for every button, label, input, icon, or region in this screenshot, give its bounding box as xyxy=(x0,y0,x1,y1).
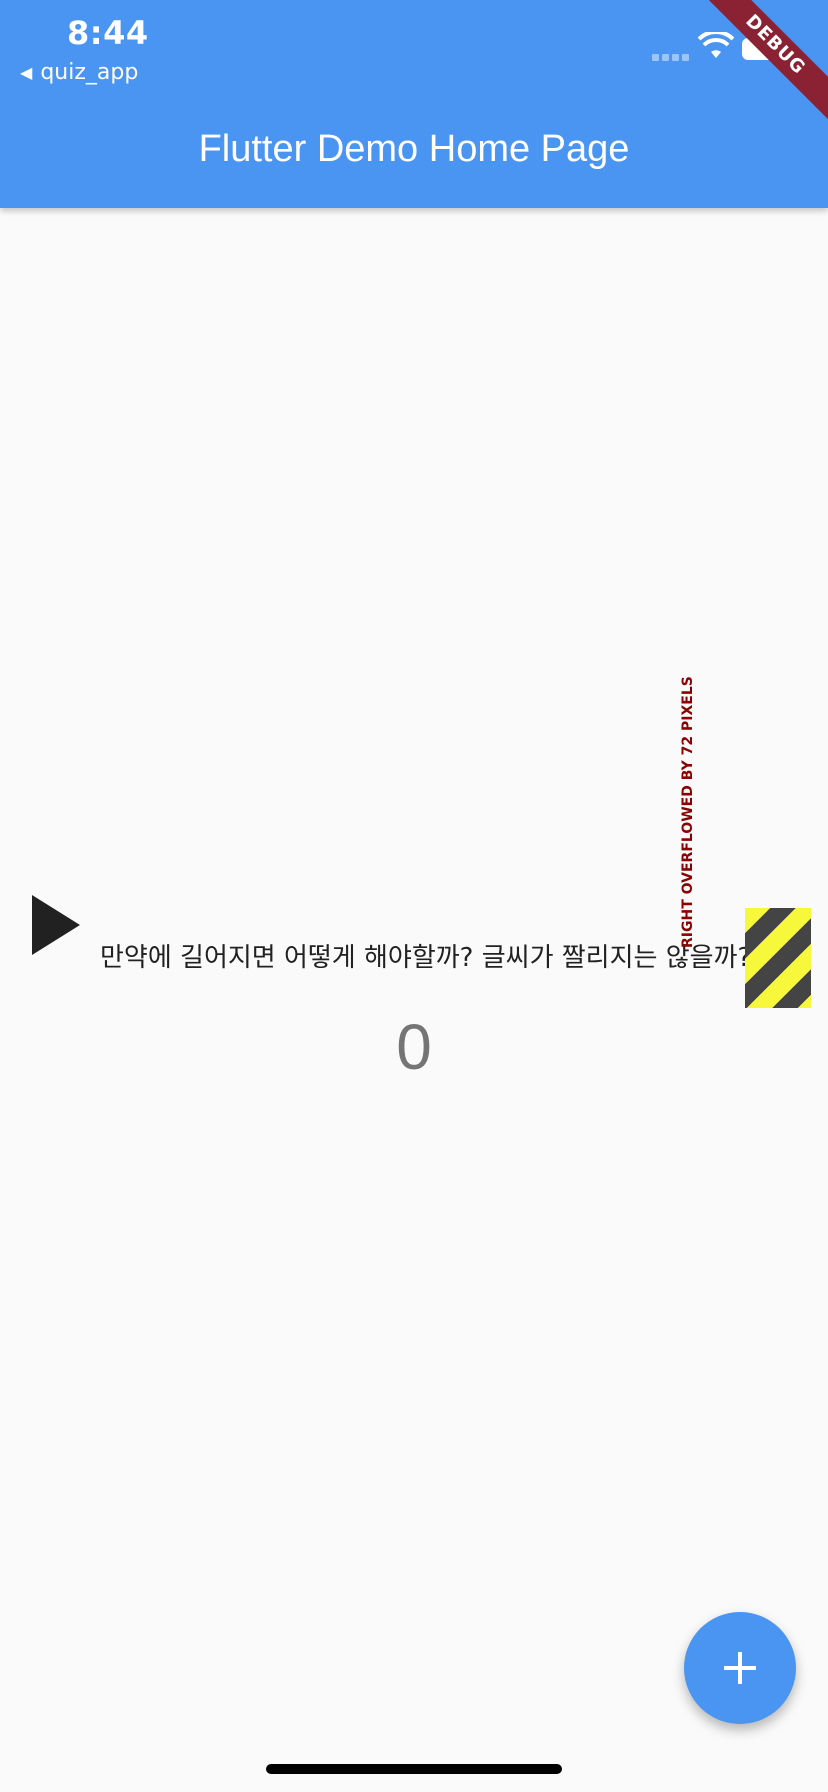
play-arrow-icon[interactable] xyxy=(32,895,80,955)
cellular-signal-icon xyxy=(652,54,689,61)
plus-icon xyxy=(724,1652,756,1684)
overflow-indicator xyxy=(745,908,811,1008)
back-to-app-link[interactable]: ◀ quiz_app xyxy=(20,60,138,85)
page-title: Flutter Demo Home Page xyxy=(198,128,630,170)
home-indicator[interactable] xyxy=(266,1764,562,1774)
status-time: 8:44 xyxy=(67,14,149,52)
overflow-warning-label: RIGHT OVERFLOWED BY 72 PIXELS xyxy=(680,676,696,948)
app-bar: 8:44 ◀ quiz_app Flutter Demo Home Page xyxy=(0,0,828,208)
wifi-icon xyxy=(698,32,734,58)
counter-value: 0 xyxy=(396,1011,432,1083)
back-triangle-icon: ◀ xyxy=(20,63,33,82)
back-app-label: quiz_app xyxy=(40,60,139,85)
increment-button[interactable] xyxy=(684,1612,796,1724)
question-text: 만약에 길어지면 어떻게 해야할까? 글씨가 짤리지는 않을까??? 응? xyxy=(100,943,812,973)
